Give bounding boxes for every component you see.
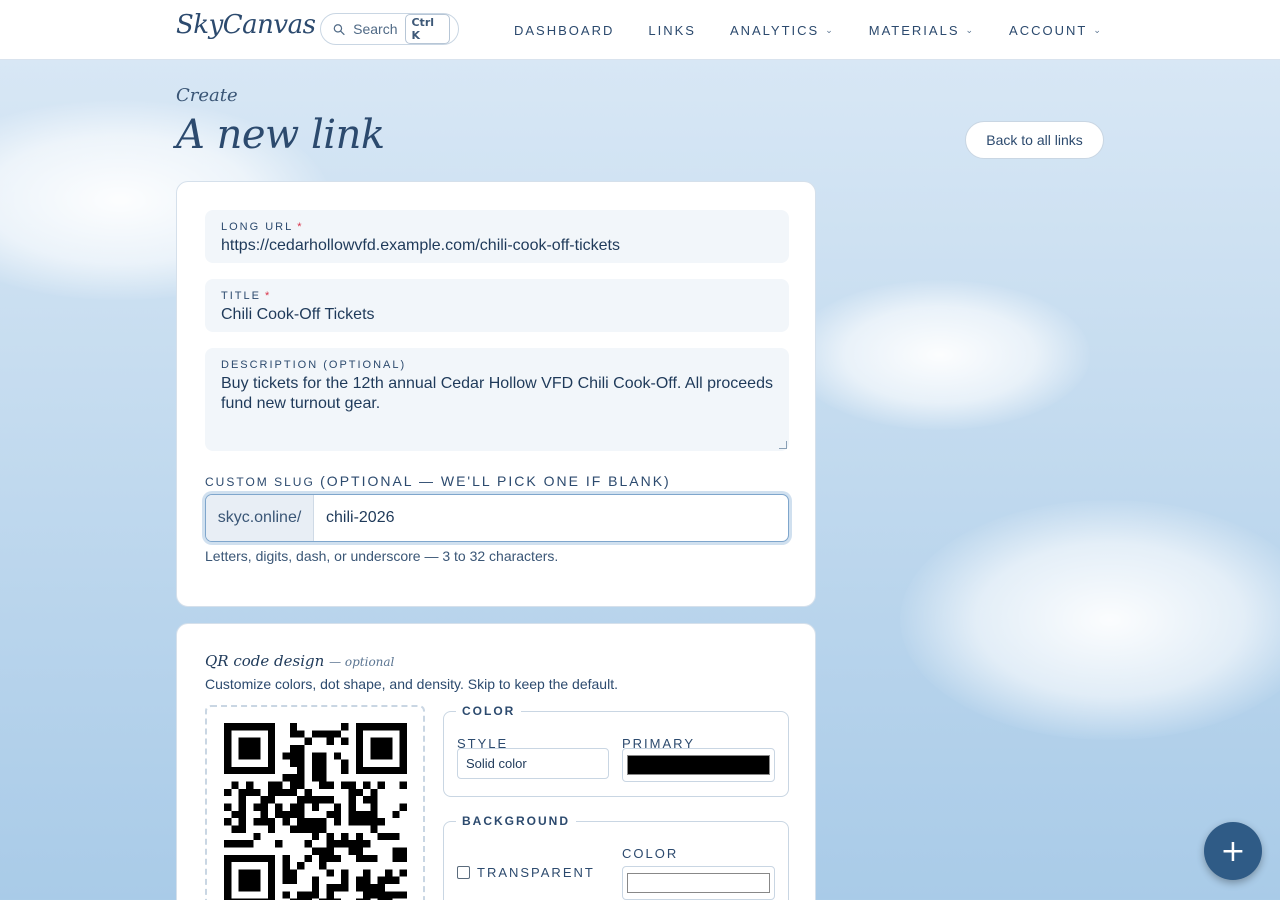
logo[interactable]: SkyCanvas	[176, 10, 316, 40]
nav-label: MATERIALS	[868, 22, 960, 38]
checkbox-box[interactable]	[457, 866, 470, 879]
top-bar: SkyCanvas Search Ctrl K DASHBOARD LINKS …	[0, 0, 1280, 60]
search-icon	[333, 23, 345, 35]
qr-section-title: QR code design — optional	[205, 652, 395, 670]
custom-slug-optional-note: (OPTIONAL — WE'LL PICK ONE IF BLANK)	[320, 473, 671, 489]
long-url-field[interactable]: LONG URL * https://cedarhollowvfd.example…	[205, 210, 789, 263]
slug-hint: Letters, digits, dash, or underscore — 3…	[205, 548, 559, 564]
primary-color-picker[interactable]	[622, 748, 775, 782]
main-nav: DASHBOARD LINKS ANALYTICS ⌄ MATERIALS ⌄ AC…	[514, 0, 1137, 60]
qr-color-legend: COLOR	[462, 704, 516, 718]
link-form-card: LONG URL * https://cedarhollowvfd.example…	[176, 181, 816, 607]
qr-code-image	[224, 723, 407, 900]
chevron-down-icon: ⌄	[965, 24, 976, 35]
custom-slug-field[interactable]: skyc.online/ chili-2026	[205, 494, 789, 542]
nav-label: ACCOUNT	[1009, 22, 1088, 38]
page-eyebrow: Create	[176, 85, 238, 106]
chevron-down-icon: ⌄	[1093, 24, 1103, 35]
nav-account[interactable]: ACCOUNT ⌄	[1009, 23, 1103, 38]
transparent-label: TRANSPARENT	[477, 865, 595, 880]
custom-slug-input[interactable]: chili-2026	[314, 495, 788, 541]
nav-links[interactable]: LINKS	[648, 23, 696, 38]
required-mark: *	[264, 290, 272, 302]
long-url-input[interactable]: https://cedarhollowvfd.example.com/chili…	[221, 236, 773, 256]
resize-handle-icon[interactable]	[779, 441, 787, 449]
back-to-links-button[interactable]: Back to all links	[965, 121, 1104, 159]
custom-slug-label: CUSTOM SLUG (OPTIONAL — WE'LL PICK ONE I…	[205, 473, 671, 489]
nav-dashboard[interactable]: DASHBOARD	[514, 23, 614, 38]
chevron-down-icon: ⌄	[825, 24, 835, 35]
slug-prefix: skyc.online/	[206, 495, 314, 541]
description-label: DESCRIPTION (OPTIONAL)	[221, 359, 407, 371]
qr-background-legend: BACKGROUND	[462, 814, 570, 828]
qr-background-fieldset: BACKGROUND TRANSPARENT COLOR	[443, 814, 789, 900]
long-url-label: LONG URL *	[221, 221, 304, 233]
description-textarea[interactable]: Buy tickets for the 12th annual Cedar Ho…	[221, 374, 773, 414]
title-label: TITLE *	[221, 290, 272, 302]
primary-color-swatch	[627, 755, 770, 775]
nav-label: LINKS	[648, 22, 696, 38]
qr-design-card: QR code design — optional Customize colo…	[176, 623, 816, 900]
search-placeholder: Search	[353, 21, 398, 37]
transparent-checkbox[interactable]: TRANSPARENT	[457, 865, 595, 880]
nav-label: ANALYTICS	[729, 22, 820, 38]
page-title: A new link	[176, 112, 385, 158]
required-mark: *	[297, 221, 304, 233]
nav-materials[interactable]: MATERIALS ⌄	[869, 23, 975, 38]
qr-section-description: Customize colors, dot shape, and density…	[205, 676, 618, 692]
title-field[interactable]: TITLE * Chili Cook-Off Tickets	[205, 279, 789, 332]
color-style-select[interactable]: Solid color	[457, 748, 609, 779]
title-input[interactable]: Chili Cook-Off Tickets	[221, 305, 773, 325]
search-shortcut: Ctrl K	[405, 14, 450, 44]
create-fab-button[interactable]: +	[1204, 822, 1262, 880]
qr-color-fieldset: COLOR STYLE PRIMARY Solid color	[443, 704, 789, 797]
description-field[interactable]: DESCRIPTION (OPTIONAL) Buy tickets for t…	[205, 348, 789, 451]
qr-preview	[205, 705, 425, 900]
search-button[interactable]: Search Ctrl K	[320, 13, 459, 45]
nav-analytics[interactable]: ANALYTICS ⌄	[730, 23, 835, 38]
nav-label: DASHBOARD	[514, 22, 615, 38]
background-color-label: COLOR	[622, 846, 679, 861]
qr-title-optional: — optional	[329, 655, 395, 669]
background-color-swatch	[627, 873, 770, 893]
background-color-picker[interactable]	[622, 866, 775, 900]
